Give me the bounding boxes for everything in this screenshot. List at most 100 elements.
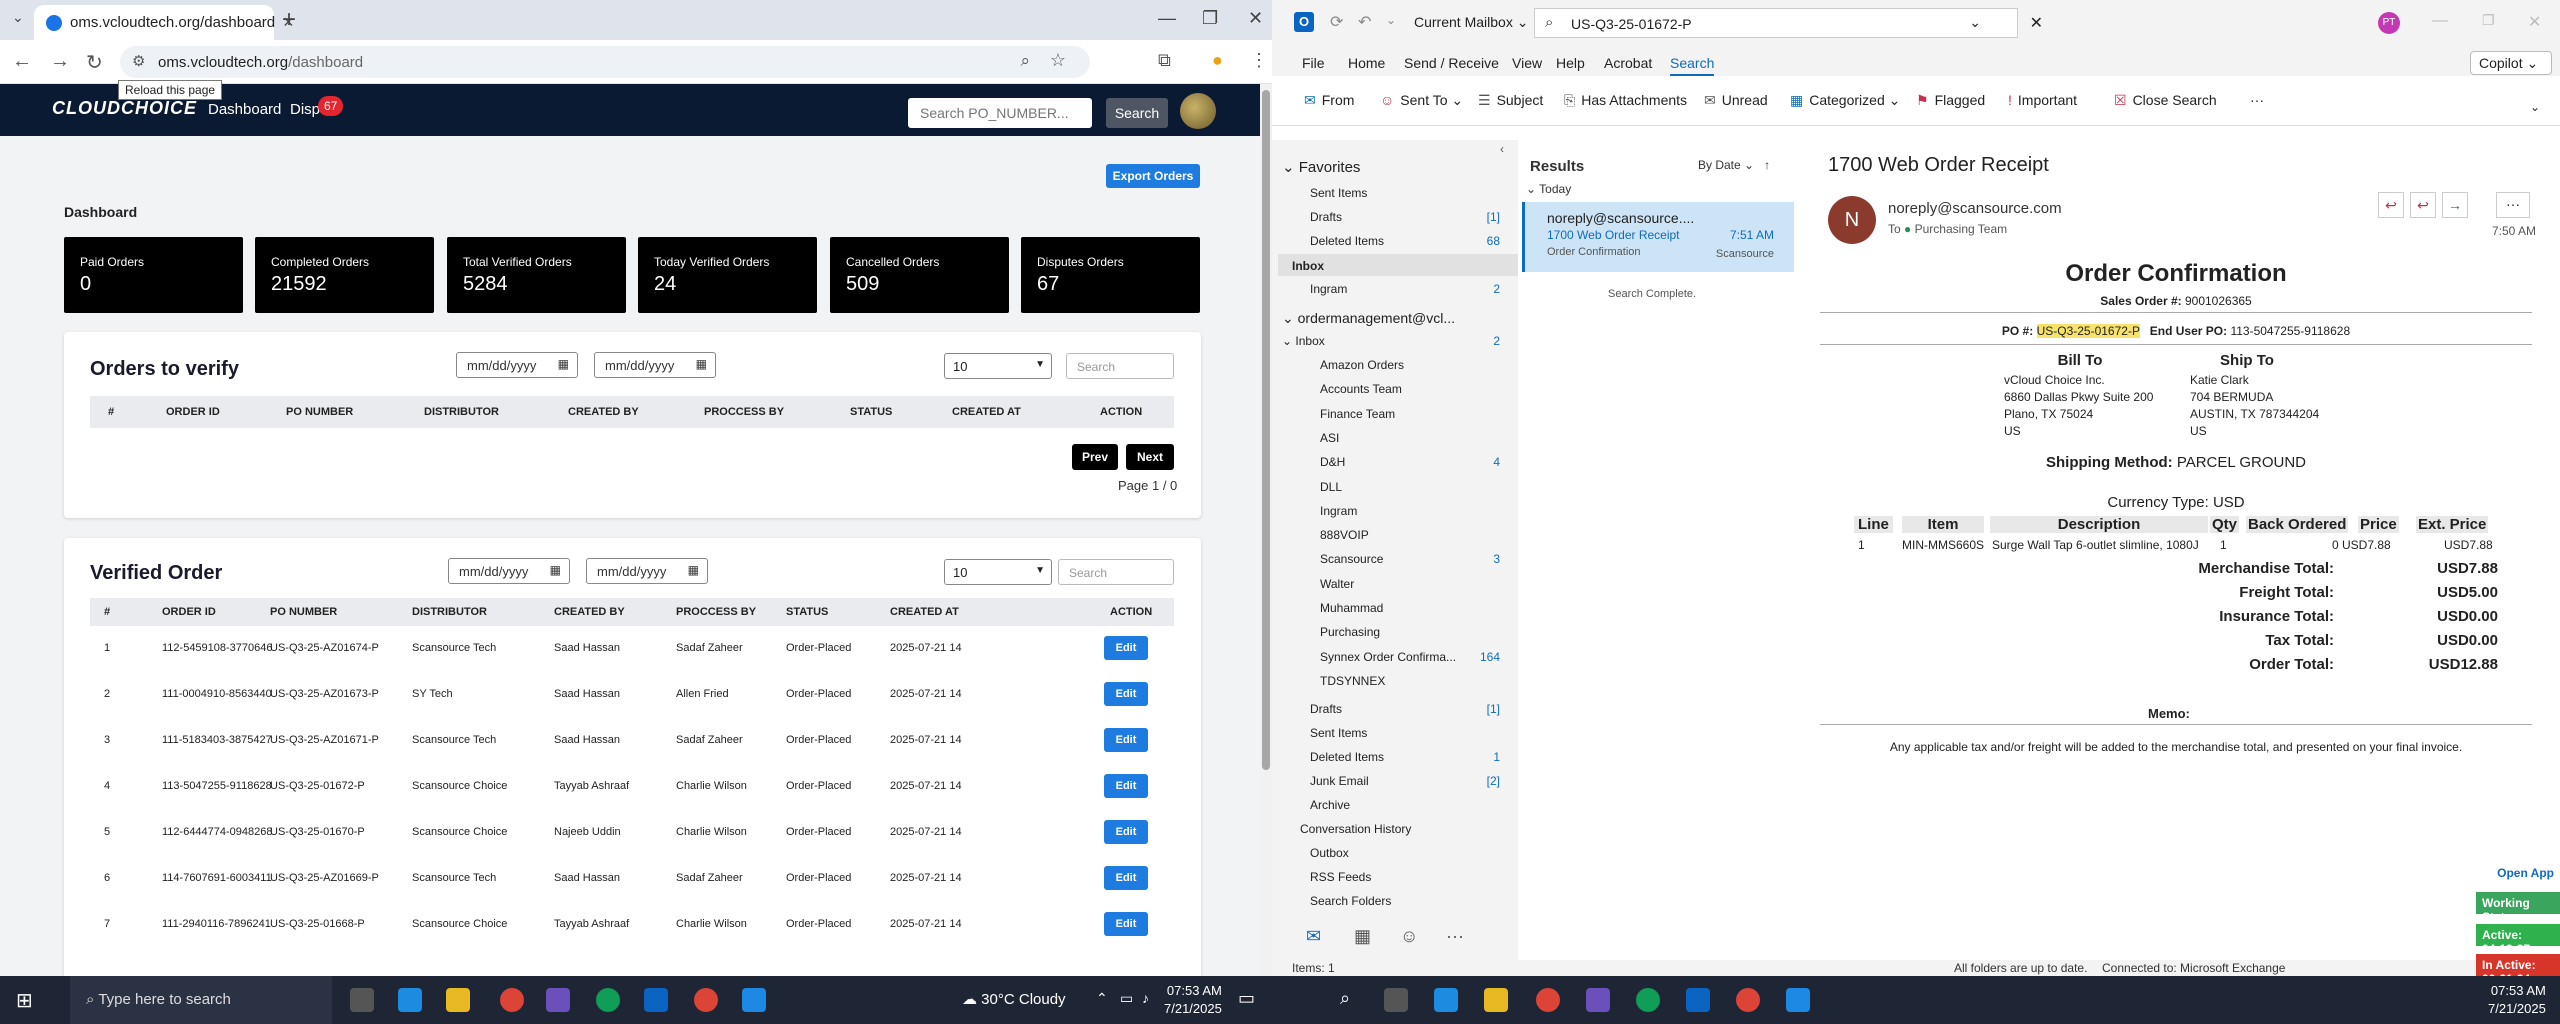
chrome-icon[interactable] [500,988,524,1012]
tab-home[interactable]: Home [1348,55,1385,71]
weather-widget[interactable]: ☁ 30°C Cloudy [962,990,1066,1008]
site-info-icon[interactable]: ⚙ [132,52,145,70]
next-page-button[interactable]: Next [1126,444,1174,470]
inbox-subfolder[interactable]: Synnex Order Confirma... [1320,650,1456,664]
tab-file[interactable]: File [1302,55,1325,71]
favorite-folder[interactable]: Sent Items [1310,186,1367,200]
minimize-button[interactable]: — [2432,12,2448,30]
back-icon[interactable]: ← [12,50,32,73]
clock-right[interactable]: 07:53 AM 7/21/2025 [2488,982,2546,1018]
menu-icon[interactable]: ⋮ [1250,50,1268,71]
people-icon[interactable]: ☺ [1400,926,1418,947]
task-view-icon[interactable] [1384,988,1408,1012]
mail-folder[interactable]: Archive [1310,798,1350,812]
open-app-button[interactable]: Open App [2476,862,2560,884]
end-date-input[interactable]: mm/dd/yyyy ▦ [586,558,708,584]
volume-icon[interactable]: ♪ [1142,990,1149,1006]
forward-icon[interactable]: → [2442,192,2468,218]
new-tab-button[interactable]: + [282,6,296,34]
inbox-subfolder[interactable]: ASI [1320,431,1339,445]
maximize-button[interactable]: ❐ [1202,8,1218,29]
nav-dashboard[interactable]: Dashboard [208,101,281,118]
app-icon[interactable] [1786,988,1810,1012]
inbox-subfolder[interactable]: Muhammad [1320,601,1383,615]
mail-icon[interactable]: ✉ [1306,926,1321,947]
email-sender[interactable]: noreply@scansource.com [1888,200,2062,217]
close-window-button[interactable]: ✕ [2528,12,2541,32]
favorites-header[interactable]: ⌄ Favorites [1282,158,1360,176]
inbox-subfolder[interactable]: Scansource [1320,552,1383,566]
calendar-icon[interactable]: ▦ [550,563,561,577]
close-search-button[interactable]: ☒ Close Search [2114,92,2217,109]
zoom-app-icon[interactable] [546,988,570,1012]
zoom-app-icon[interactable] [1586,988,1610,1012]
mail-folder[interactable]: Deleted Items [1310,750,1384,764]
sent-to-button[interactable]: ☺ Sent To ⌄ [1380,92,1463,109]
reload-icon[interactable]: ↻ [86,50,103,75]
minimize-button[interactable]: — [1158,8,1176,29]
network-icon[interactable]: ▭ [1120,990,1133,1007]
outlook-search-input[interactable]: ⌕ US-Q3-25-01672-P ⌄ ✕ [1534,8,2043,38]
po-search-input[interactable] [908,98,1092,128]
inbox-subfolder[interactable]: Finance Team [1320,407,1395,421]
inbox-subfolder[interactable]: DLL [1320,480,1342,494]
collapse-pane-icon[interactable]: ‹ [1500,142,1504,156]
group-header-today[interactable]: ⌄ Today [1526,182,1571,196]
unread-button[interactable]: ✉ Unread [1704,92,1768,109]
reply-icon[interactable]: ↩ [2378,192,2404,218]
edge-icon[interactable] [1434,988,1458,1012]
chrome-icon[interactable] [1736,988,1760,1012]
edit-button[interactable]: Edit [1104,728,1148,752]
more-options-button[interactable]: ··· [2250,92,2264,108]
chrome-icon[interactable] [694,988,718,1012]
scrollbar-thumb[interactable] [1262,90,1270,770]
app-logo[interactable]: CLOUDCHOICE [52,98,197,119]
edit-button[interactable]: Edit [1104,820,1148,844]
forward-icon[interactable]: → [50,50,70,73]
end-date-input[interactable]: mm/dd/yyyy ▦ [594,352,716,378]
mail-folder[interactable]: Outbox [1310,846,1349,860]
customize-qat-icon[interactable]: ⌄ [1386,13,1396,27]
start-date-input[interactable]: mm/dd/yyyy ▦ [456,352,578,378]
taskbar-search-input[interactable]: ⌕ Type here to search [70,976,332,1024]
inbox-subfolder[interactable]: 888VOIP [1320,528,1369,542]
more-apps-icon[interactable]: ··· [1446,926,1464,947]
tray-overflow-icon[interactable]: ⌃ [1096,990,1108,1007]
search-scope-select[interactable]: Current Mailbox ⌄ [1414,14,1528,31]
calendar-icon[interactable]: ▦ [558,357,569,371]
extensions-icon[interactable]: ⧉ [1158,50,1171,71]
chrome-icon[interactable] [1536,988,1560,1012]
favorite-folder[interactable]: Ingram [1310,282,1347,296]
page-scrollbar[interactable] [1260,84,1272,976]
edit-button[interactable]: Edit [1104,682,1148,706]
mail-folder[interactable]: RSS Feeds [1310,870,1371,884]
start-date-input[interactable]: mm/dd/yyyy ▦ [448,558,570,584]
outlook-taskbar-icon[interactable] [1686,988,1710,1012]
outlook-taskbar-icon[interactable] [644,988,668,1012]
subject-button[interactable]: ☰ Subject [1478,92,1543,109]
flagged-button[interactable]: ⚑ Flagged [1916,92,1985,109]
account-header[interactable]: ⌄ ordermanagement@vcl... [1282,310,1455,327]
table-search-input[interactable]: Search [1058,559,1174,585]
tab-search-icon[interactable]: ⌄ [12,9,24,26]
url-bar[interactable]: ⚙ oms.vcloudtech.org/dashboard ⌕ ☆ [120,46,1090,78]
edit-button[interactable]: Edit [1104,912,1148,936]
zoom-icon[interactable]: ⌕ [1020,51,1030,71]
inbox-subfolder[interactable]: Accounts Team [1320,382,1402,396]
inbox-subfolder[interactable]: Amazon Orders [1320,358,1404,372]
categorized-button[interactable]: ▦ Categorized ⌄ [1790,92,1900,109]
mail-folder[interactable]: Junk Email [1310,774,1369,788]
tab-search[interactable]: Search [1670,55,1715,76]
edit-button[interactable]: Edit [1104,636,1148,660]
calendar-icon[interactable]: ▦ [688,563,699,577]
calendar-icon[interactable]: ▦ [696,357,707,371]
mail-folder[interactable]: Sent Items [1310,726,1367,740]
inbox-subfolder[interactable]: TDSYNNEX [1320,674,1385,688]
mail-folder[interactable]: Search Folders [1310,894,1391,908]
calendar-icon[interactable]: ▦ [1354,926,1371,947]
inbox-folder[interactable]: ⌄ Inbox [1282,334,1325,348]
page-size-select[interactable]: 10 ▼ [944,353,1052,379]
message-list-item[interactable]: noreply@scansource.... 1700 Web Order Re… [1522,202,1794,272]
clock-left[interactable]: 07:53 AM 7/21/2025 [1164,982,1222,1018]
edit-button[interactable]: Edit [1104,774,1148,798]
